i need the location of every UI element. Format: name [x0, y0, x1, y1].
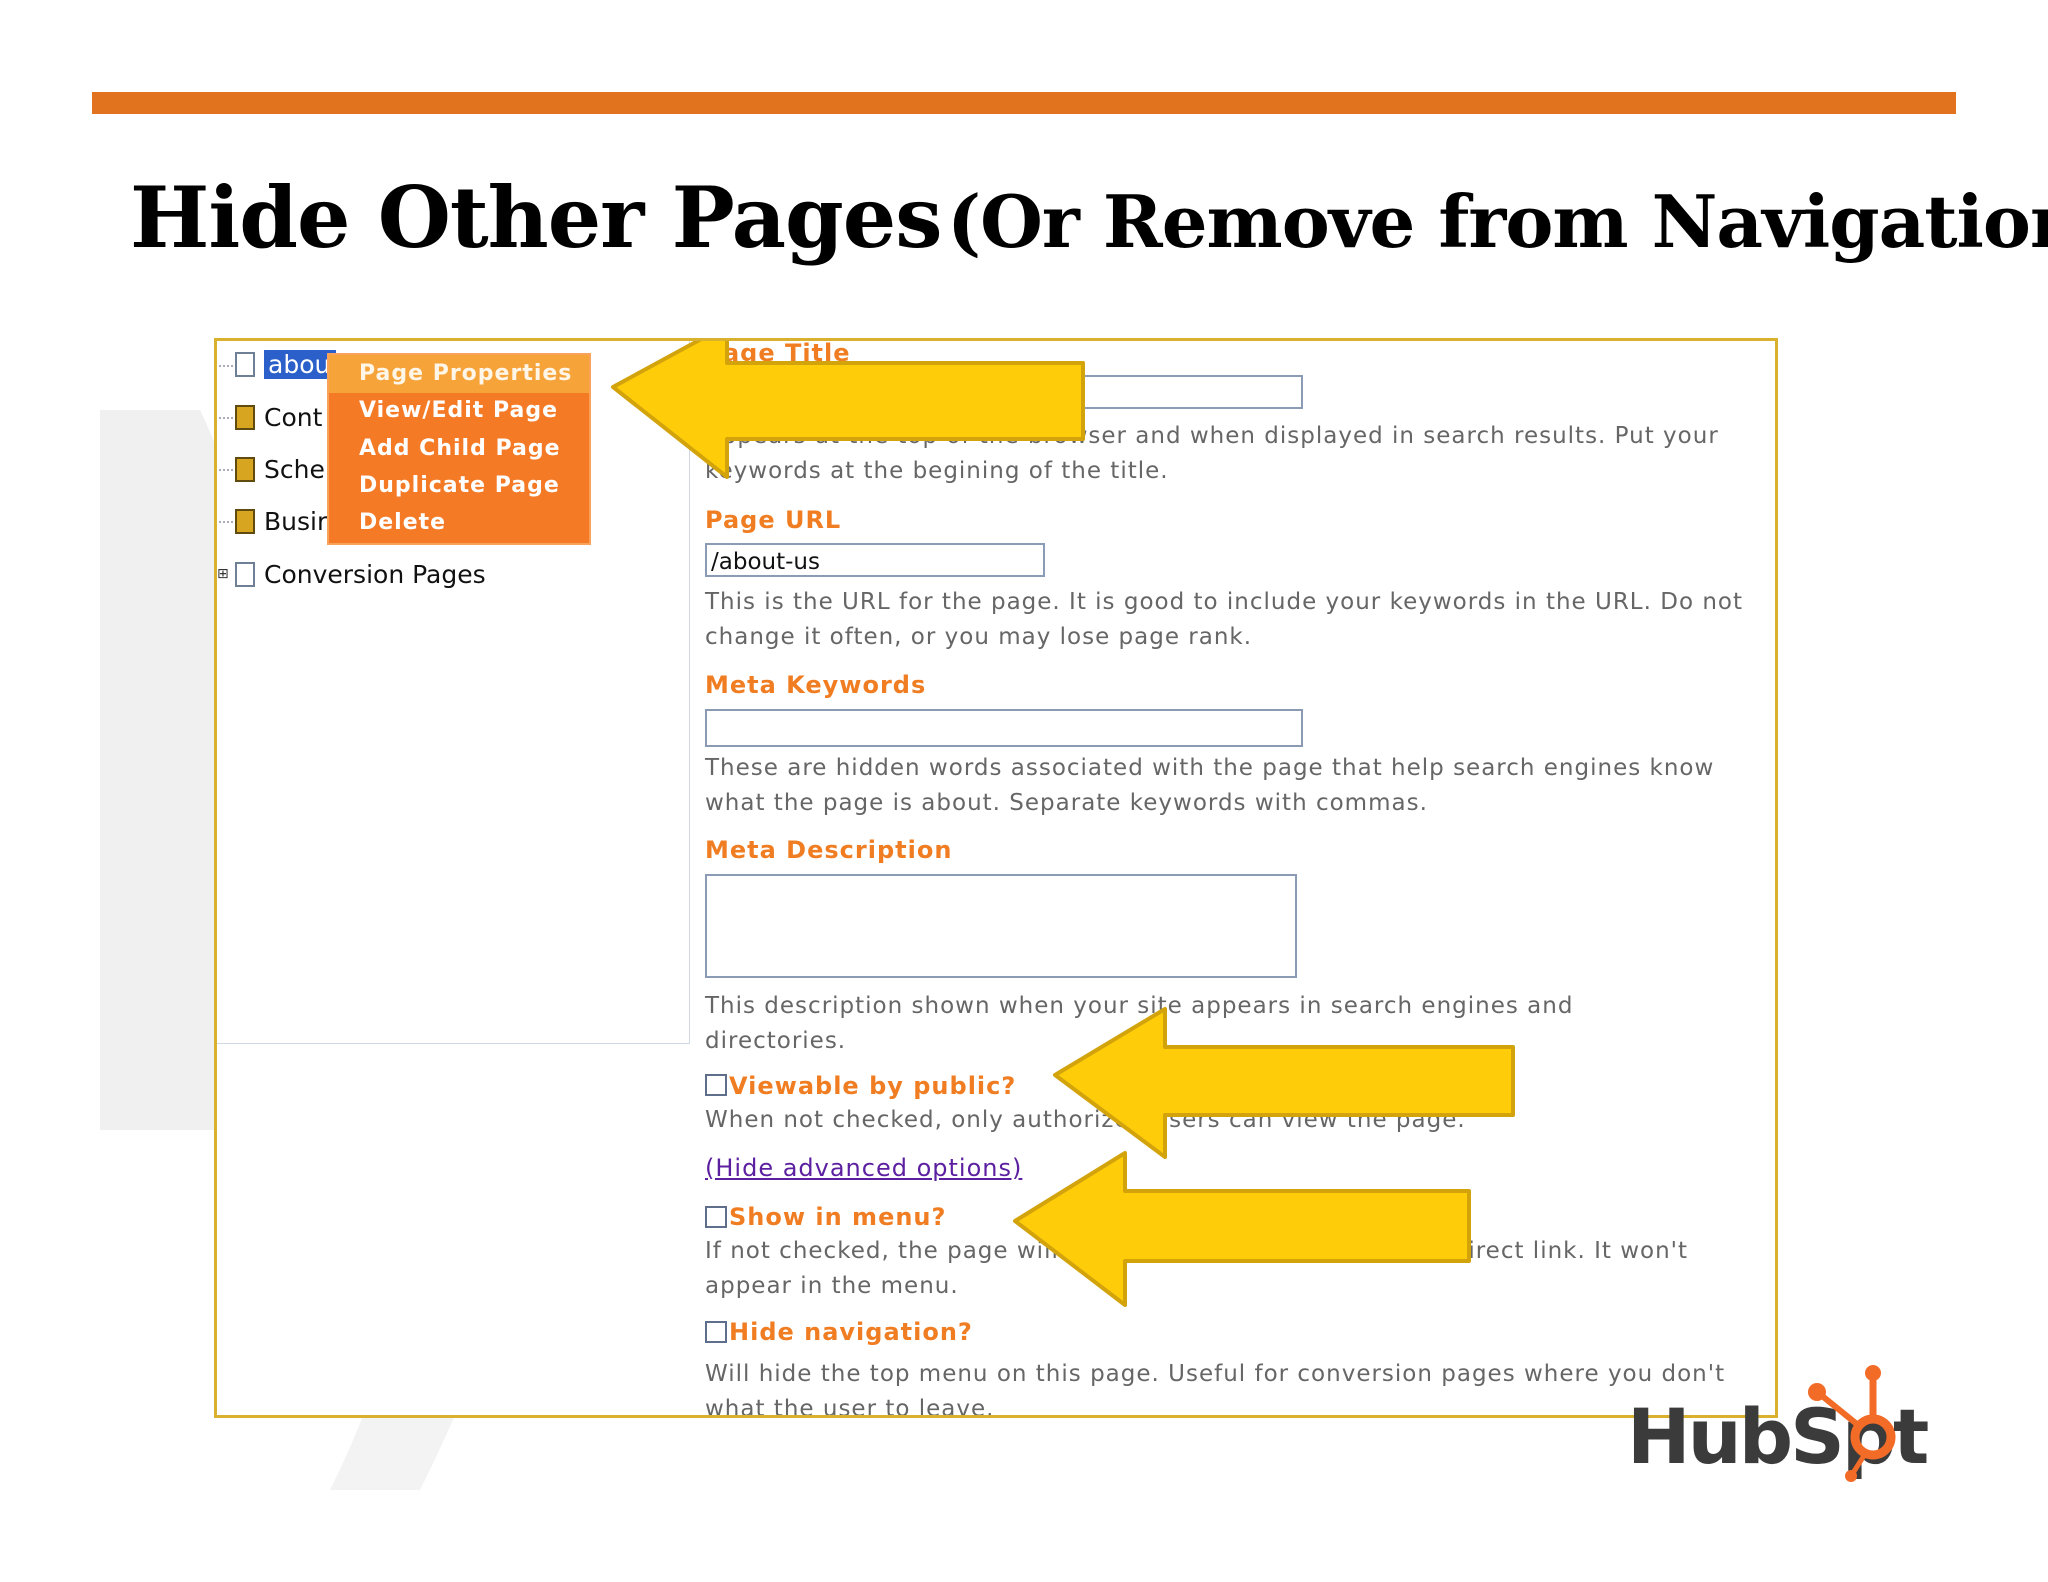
hide-navigation-help: Will hide the top menu on this page. Use…	[705, 1361, 1726, 1418]
meta-description-textarea[interactable]	[705, 874, 1297, 978]
tree-item-cont[interactable]: Cont	[235, 400, 322, 434]
page-url-label: Page URL	[705, 506, 842, 534]
context-menu: Page Properties View/Edit Page Add Child…	[327, 353, 591, 545]
meta-keywords-label: Meta Keywords	[705, 671, 927, 699]
file-icon	[235, 351, 255, 377]
hide-advanced-options-link[interactable]: (Hide advanced options)	[705, 1154, 1022, 1182]
viewable-label: Viewable by public?	[729, 1072, 1017, 1100]
expand-icon[interactable]: ⊞	[217, 566, 231, 582]
slide-title-sub: (Or Remove from Navigation)	[947, 179, 2048, 264]
tree-item-label: Conversion Pages	[264, 559, 486, 589]
svg-text:t: t	[1893, 1392, 1929, 1481]
slide-title: Hide Other Pages (Or Remove from Navigat…	[130, 168, 2048, 267]
viewable-checkbox[interactable]	[705, 1074, 727, 1096]
callout-arrow-show-in-menu	[1013, 1151, 1471, 1307]
page-url-help: This is the URL for the page. It is good…	[705, 589, 1744, 650]
menu-item-view-edit-page[interactable]: View/Edit Page	[359, 398, 558, 423]
lock-icon	[235, 456, 255, 482]
tree-item-sche[interactable]: Sche	[235, 452, 325, 486]
tree-item-busir[interactable]: Busir	[235, 504, 327, 538]
show-in-menu-label: Show in menu?	[729, 1203, 947, 1231]
tree-item-conversion-pages[interactable]: ⊞ Conversion Pages	[217, 557, 486, 591]
cms-screenshot: abou Cont Sche Busir ⊞ Conversion Pages …	[214, 338, 1778, 1418]
menu-item-duplicate-page[interactable]: Duplicate Page	[359, 473, 560, 498]
slide-title-main: Hide Other Pages	[130, 168, 942, 267]
hubspot-logo: HubSp t	[1627, 1365, 1929, 1482]
hide-navigation-checkbox[interactable]	[705, 1321, 727, 1343]
meta-keywords-input[interactable]	[705, 709, 1303, 747]
show-in-menu-checkbox[interactable]	[705, 1206, 727, 1228]
file-icon	[235, 561, 255, 587]
menu-item-add-child-page[interactable]: Add Child Page	[359, 436, 561, 461]
page-url-input[interactable]: /about-us	[705, 543, 1045, 577]
meta-keywords-help: These are hidden words associated with t…	[705, 755, 1715, 816]
meta-description-label: Meta Description	[705, 836, 953, 864]
menu-item-delete[interactable]: Delete	[359, 510, 446, 535]
hide-navigation-label: Hide navigation?	[729, 1318, 973, 1346]
tree-item-label: abou	[264, 349, 337, 379]
tree-item-about[interactable]: abou	[235, 347, 337, 381]
lock-icon	[235, 508, 255, 534]
lock-icon	[235, 404, 255, 430]
callout-arrow-page-properties	[611, 341, 1085, 479]
tree-item-label: Sche	[264, 454, 325, 484]
tree-item-label: Cont	[264, 402, 323, 432]
tree-item-label: Busir	[264, 506, 328, 536]
menu-item-page-properties[interactable]: Page Properties	[359, 361, 572, 386]
callout-arrow-viewable	[1053, 1007, 1515, 1159]
accent-bar	[92, 92, 1956, 114]
